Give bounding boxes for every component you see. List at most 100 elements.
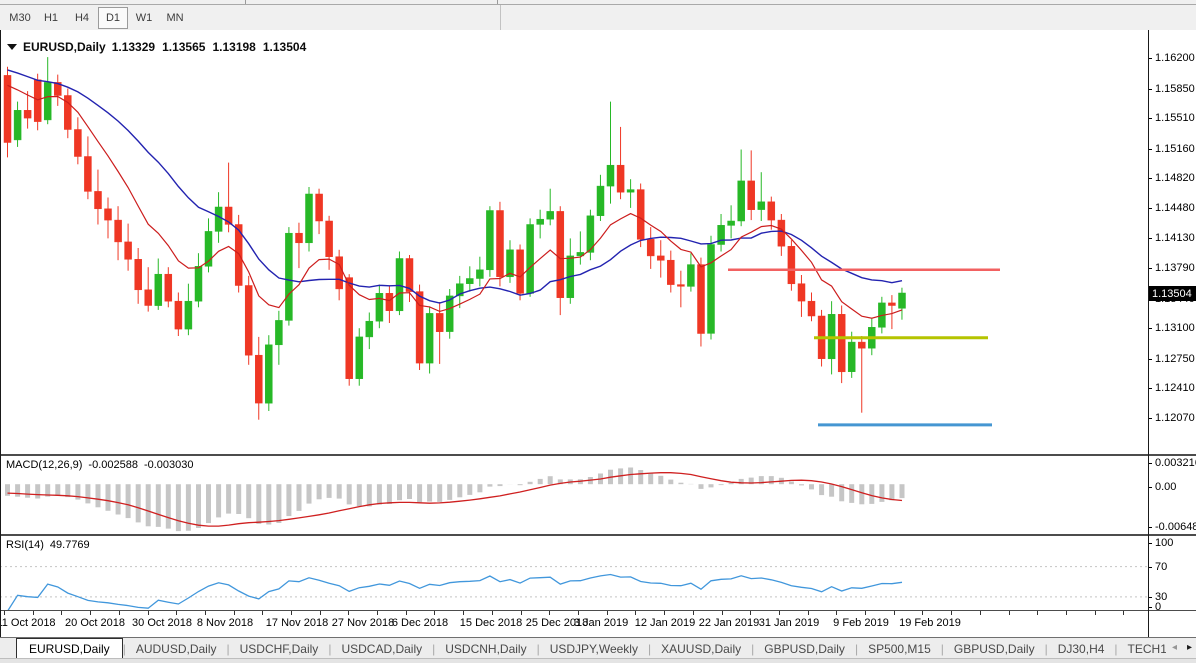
chart-left-border [0,30,1,637]
quote-open: 1.13329 [112,40,155,54]
macd-main-value: -0.002588 [88,459,138,471]
date-axis-tick [291,611,292,615]
date-axis-tick [119,611,120,615]
chart-header: EURUSD,Daily 1.13329 1.13565 1.13198 1.1… [7,40,306,54]
price-axis-label: 1.13100 [1155,322,1195,334]
timeframe-button-m30[interactable]: M30 [5,7,35,29]
chart-tab-dj30-h4[interactable]: DJ30,H4 [1048,639,1115,659]
toolbar-group-separator [245,0,246,4]
tabs-scroll-right-icon[interactable]: ▸ [1187,642,1192,653]
date-axis-tick [348,611,349,615]
date-axis-tick [951,611,952,615]
chart-tab-usdchf-daily[interactable]: USDCHF,Daily [230,639,329,659]
date-axis-tick [205,611,206,615]
date-axis-tick [406,611,407,615]
date-axis-tick [1066,611,1067,615]
date-axis[interactable]: 11 Oct 2018 20 Oct 2018 30 Oct 2018 8 Nov 2… [0,611,1196,637]
date-axis-label: 30 Oct 2018 [132,617,192,629]
chart-tab-usdcad-daily[interactable]: USDCAD,Daily [331,639,432,659]
date-axis-tick [578,611,579,615]
date-axis-tick [4,611,5,615]
rsi-name: RSI(14) [6,539,44,551]
toolbar-group-separator [497,0,498,4]
chart-tab-gbpusd-daily[interactable]: GBPUSD,Daily [944,639,1045,659]
date-axis-tick [176,611,177,615]
date-axis-tick [320,611,321,615]
timeframe-button-mn[interactable]: MN [160,7,190,29]
date-axis-tick [750,611,751,615]
timeframe-button-w1[interactable]: W1 [129,7,159,29]
main-chart-canvas[interactable] [0,30,1148,454]
date-axis-tick [262,611,263,615]
date-axis-label: 22 Jan 2019 [699,617,760,629]
chart-tab-gbpusd-daily[interactable]: GBPUSD,Daily [754,639,855,659]
rsi-axis-label: 100 [1155,537,1173,549]
rsi-label: RSI(14) 49.7769 [6,539,90,551]
date-axis-label: 9 Feb 2019 [833,617,889,629]
trading-app-window: M30H1H4D1W1MN EURUSD,Daily 1.13329 1.135… [0,0,1196,663]
macd-axis-label: 0.00 [1155,481,1176,493]
date-axis-label: 15 Dec 2018 [460,617,522,629]
date-axis-tick [607,611,608,615]
date-axis-tick [980,611,981,615]
macd-axis-label: 0.003216 [1155,457,1196,469]
date-axis-tick [148,611,149,615]
toolbar-separator [500,5,501,30]
chart-symbol-label: EURUSD,Daily [23,40,106,54]
price-axis-label: 1.15850 [1155,83,1195,95]
date-axis-label: 20 Oct 2018 [65,617,125,629]
date-axis-label: 12 Jan 2019 [635,617,696,629]
price-axis-label: 1.12070 [1155,412,1195,424]
quote-high: 1.13565 [162,40,205,54]
date-axis-tick [549,611,550,615]
date-axis-tick [808,611,809,615]
chart-tab-eurusd-daily[interactable]: EURUSD,Daily [16,638,123,660]
date-axis-tick [779,611,780,615]
date-axis-tick [836,611,837,615]
timeframe-button-d1[interactable]: D1 [98,7,128,29]
tab-strip: EURUSD,Daily|AUDUSD,Daily|USDCHF,Daily|U… [16,638,1166,660]
macd-label: MACD(12,26,9) -0.002588 -0.003030 [6,459,194,471]
date-axis-tick [894,611,895,615]
timeframe-toolbar: M30H1H4D1W1MN [0,5,1196,30]
current-price-box: 1.13504 [1149,286,1196,301]
chart-tab-usdjpy-weekly[interactable]: USDJPY,Weekly [540,639,648,659]
price-axis-label: 1.15160 [1155,143,1195,155]
date-axis-tick [693,611,694,615]
date-axis-label: 17 Nov 2018 [266,617,328,629]
chart-menu-triangle-icon[interactable] [7,44,17,50]
price-axis-label: 1.12410 [1155,382,1195,394]
window-bottom-strip [0,658,1196,663]
date-axis-label: 11 Oct 2018 [0,617,56,629]
date-axis-label: 3 Jan 2019 [574,617,628,629]
macd-axis-label: -0.006485 [1155,521,1196,533]
date-axis-tick [635,611,636,615]
chart-tab-sp500-m15[interactable]: SP500,M15 [858,639,941,659]
quote-low: 1.13198 [212,40,255,54]
chart-tab-xauusd-daily[interactable]: XAUUSD,Daily [651,639,751,659]
date-axis-label: 6 Dec 2018 [392,617,448,629]
date-axis-tick [865,611,866,615]
date-axis-tick [922,611,923,615]
chart-tab-tech100-[interactable]: TECH100, [1118,639,1166,659]
chart-tab-audusd-daily[interactable]: AUDUSD,Daily [126,639,227,659]
date-axis-tick [492,611,493,615]
rsi-pane-canvas[interactable] [0,536,1148,610]
chart-tab-usdcnh-daily[interactable]: USDCNH,Daily [435,639,536,659]
macd-signal-value: -0.003030 [144,459,194,471]
price-axis-label: 1.14130 [1155,232,1195,244]
date-axis-label: 8 Nov 2018 [197,617,253,629]
date-axis-tick [1009,611,1010,615]
price-axis-label: 1.14820 [1155,172,1195,184]
tabs-scroll-left-icon[interactable]: ◂ [1172,642,1177,653]
rsi-value: 49.7769 [50,539,90,551]
date-axis-tick [61,611,62,615]
timeframe-button-h1[interactable]: H1 [36,7,66,29]
price-axis-label: 1.12750 [1155,353,1195,365]
date-axis-tick [1037,611,1038,615]
date-axis-tick [463,611,464,615]
price-axis-label: 1.13790 [1155,262,1195,274]
timeframe-button-h4[interactable]: H4 [67,7,97,29]
date-axis-tick [1123,611,1124,615]
date-axis-tick [434,611,435,615]
